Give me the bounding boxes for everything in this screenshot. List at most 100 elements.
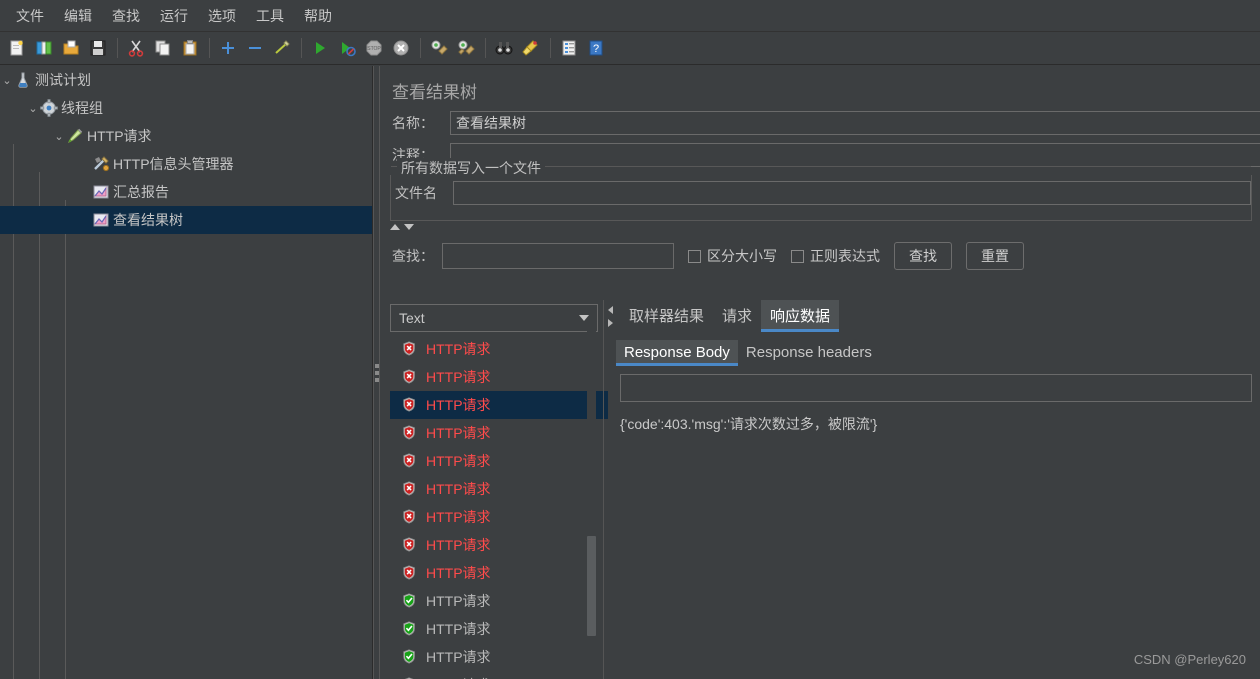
chevron-down-icon[interactable]: ⌄ [26, 102, 40, 115]
help-icon[interactable]: ? [583, 35, 609, 61]
tree-node-3[interactable]: HTTP信息头管理器 [0, 150, 372, 178]
search-label: 查找： [392, 248, 434, 264]
result-list-item[interactable]: HTTP请求 [390, 643, 608, 671]
response-subtab-1[interactable]: Response headers [738, 340, 880, 366]
result-item-label: HTTP请求 [426, 675, 491, 679]
result-item-label: HTTP请求 [426, 593, 491, 609]
tree-node-4[interactable]: 汇总报告 [0, 178, 372, 206]
response-find-input[interactable] [620, 374, 1252, 402]
arrow-down-icon[interactable] [404, 224, 414, 230]
start-no-pauses-icon[interactable] [334, 35, 360, 61]
menu-edit[interactable]: 编辑 [54, 2, 102, 30]
menu-bar: 文件 编辑 查找 运行 选项 工具 帮助 [0, 0, 1260, 32]
detail-tab-0[interactable]: 取样器结果 [620, 300, 713, 332]
result-list-item[interactable]: HTTP请求 [390, 503, 608, 531]
clear-all-icon[interactable] [453, 35, 479, 61]
toolbar-separator [485, 38, 486, 58]
results-scrollbar-thumb[interactable] [587, 536, 596, 636]
ok-shield-icon [402, 649, 418, 665]
chevron-down-icon[interactable]: ⌄ [52, 130, 66, 143]
result-list-item[interactable]: HTTP请求 [390, 447, 608, 475]
thread-group-icon [40, 99, 58, 117]
tree-node-0[interactable]: ⌄ 测试计划 [0, 66, 372, 94]
menu-options[interactable]: 选项 [198, 2, 246, 30]
start-icon[interactable] [307, 35, 333, 61]
menu-search[interactable]: 查找 [102, 2, 150, 30]
horizontal-splitter[interactable] [373, 66, 380, 679]
clear-icon[interactable] [426, 35, 452, 61]
find-button[interactable]: 查找 [894, 242, 952, 270]
regex-label: 正则表达式 [810, 248, 880, 264]
tree-node-2[interactable]: ⌄ HTTP请求 [0, 122, 372, 150]
log-level-arrows[interactable] [380, 221, 1260, 232]
chevron-down-icon[interactable]: ⌄ [0, 74, 14, 87]
filename-input[interactable] [453, 181, 1251, 205]
new-file-icon[interactable] [4, 35, 30, 61]
collapse-all-icon[interactable] [242, 35, 268, 61]
result-list-item[interactable]: HTTP请求 [390, 615, 608, 643]
result-list-item[interactable]: HTTP请求 [390, 335, 608, 363]
splitter-grip[interactable] [374, 363, 379, 382]
save-icon[interactable] [85, 35, 111, 61]
paste-icon[interactable] [177, 35, 203, 61]
menu-run[interactable]: 运行 [150, 2, 198, 30]
expand-all-icon[interactable] [215, 35, 241, 61]
name-input[interactable]: 查看结果树 [450, 111, 1260, 135]
detail-tab-1[interactable]: 请求 [713, 300, 761, 332]
renderer-select[interactable]: Text [390, 304, 598, 332]
result-list-item[interactable]: HTTP请求 [390, 391, 608, 419]
results-list[interactable]: HTTP请求 HTTP请求 HTTP请求 HTTP请求 HTTP请求 HTTP请求 HTTP… [390, 335, 608, 679]
toggle-icon[interactable] [269, 35, 295, 61]
error-shield-icon [402, 397, 418, 413]
results-panel-divider [603, 300, 604, 679]
shutdown-icon[interactable] [388, 35, 414, 61]
menu-file[interactable]: 文件 [6, 2, 54, 30]
chevron-left-icon[interactable] [608, 306, 613, 314]
detail-tabstrip: 取样器结果 请求 响应数据 [608, 300, 1260, 334]
result-item-label: HTTP请求 [426, 565, 491, 581]
case-sensitive-checkbox[interactable]: 区分大小写 [688, 246, 777, 266]
menu-help[interactable]: 帮助 [294, 2, 342, 30]
tree-node-5[interactable]: 查看结果树 [0, 206, 372, 234]
copy-icon[interactable] [150, 35, 176, 61]
arrow-up-icon[interactable] [390, 224, 400, 230]
reset-button[interactable]: 重置 [966, 242, 1024, 270]
checkbox-box-icon[interactable] [791, 249, 804, 263]
result-list-item[interactable]: HTTP请求 [390, 531, 608, 559]
function-helper-icon[interactable] [556, 35, 582, 61]
templates-icon[interactable] [31, 35, 57, 61]
result-list-item[interactable]: HTTP请求 [390, 363, 608, 391]
result-item-label: HTTP请求 [426, 649, 491, 665]
result-list-item[interactable]: HTTP请求 [390, 475, 608, 503]
reset-search-broom-icon[interactable] [518, 35, 544, 61]
tree-node-label: 线程组 [61, 100, 103, 116]
chevron-down-icon[interactable] [579, 315, 589, 321]
result-list-item[interactable]: HTTP请求 [390, 587, 608, 615]
test-plan-icon [14, 71, 32, 89]
case-sensitive-label: 区分大小写 [707, 248, 777, 264]
search-input[interactable] [442, 243, 674, 269]
open-folder-icon[interactable] [58, 35, 84, 61]
jmeter-window: 文件 编辑 查找 运行 选项 工具 帮助 STOP? ⌄ 测试计划 ⌄ 线程组 ⌄ HTTP请求 HTT… [0, 0, 1260, 679]
toolbar-separator [117, 38, 118, 58]
comment-input[interactable] [450, 143, 1260, 167]
result-item-label: HTTP请求 [426, 509, 491, 525]
checkbox-box-icon[interactable] [688, 249, 701, 263]
detail-tab-2[interactable]: 响应数据 [761, 300, 840, 332]
chevron-right-icon[interactable] [608, 319, 613, 327]
cut-icon[interactable] [123, 35, 149, 61]
result-list-item[interactable]: HTTP请求 [390, 559, 608, 587]
result-detail-panel: 取样器结果 请求 响应数据 Response Body Response header… [608, 300, 1260, 679]
tab-scroll-arrows[interactable] [608, 300, 620, 327]
result-list-item[interactable]: HTTP请求 [390, 671, 608, 679]
tree-node-1[interactable]: ⌄ 线程组 [0, 94, 372, 122]
menu-tools[interactable]: 工具 [246, 2, 294, 30]
response-subtab-0[interactable]: Response Body [616, 340, 738, 366]
test-plan-tree[interactable]: ⌄ 测试计划 ⌄ 线程组 ⌄ HTTP请求 HTTP信息头管理器 汇总报告 查看结果树 [0, 66, 373, 679]
result-item-label: HTTP请求 [426, 621, 491, 637]
regex-checkbox[interactable]: 正则表达式 [791, 246, 880, 266]
result-list-item[interactable]: HTTP请求 [390, 419, 608, 447]
search-binoculars-icon[interactable] [491, 35, 517, 61]
tree-node-label: HTTP请求 [87, 128, 152, 144]
stop-icon[interactable]: STOP [361, 35, 387, 61]
